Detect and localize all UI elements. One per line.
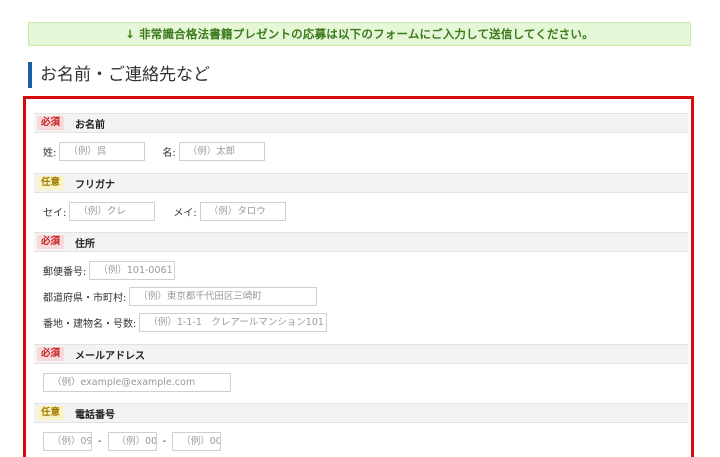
name-fields: 姓: （例）呉 名: （例）太郎 [34, 142, 688, 161]
optional-badge: 任意 [37, 406, 65, 420]
sei-kana-label: セイ: [43, 208, 67, 219]
phone-fields: （例）090 - （例）000 - （例）000 [34, 432, 688, 451]
email-field: （例）example@example.com [34, 373, 688, 392]
address-label: 住所 [75, 238, 96, 250]
required-badge: 必須 [37, 347, 65, 361]
mei-kana-input[interactable]: （例）タロウ [199, 202, 286, 221]
contact-form: 必須 お名前 姓: （例）呉 名: （例）太郎 任意 フリガナ セイ: （例）ク… [23, 96, 694, 457]
city-field: 都道府県・市町村: （例）東京都千代田区三崎町 [34, 287, 688, 306]
name-row-header: 必須 お名前 [34, 113, 688, 133]
street-field: 番地・建物名・号数: （例）1-1-1 クレアールマンション101 [34, 313, 688, 332]
required-badge: 必須 [37, 235, 65, 249]
email-label: メールアドレス [75, 350, 146, 362]
city-label: 都道府県・市町村: [43, 293, 127, 304]
zip-input[interactable]: （例）101-0061 [89, 261, 176, 280]
phone-label: 電話番号 [75, 409, 116, 421]
email-row-header: 必須 メールアドレス [34, 344, 688, 364]
phone-row-header: 任意 電話番号 [34, 403, 688, 423]
phone-part2-input[interactable]: （例）000 [107, 432, 157, 451]
street-input[interactable]: （例）1-1-1 クレアールマンション101 [139, 313, 328, 332]
street-label: 番地・建物名・号数: [43, 319, 137, 330]
sei-kana-input[interactable]: （例）クレ [69, 202, 156, 221]
optional-badge: 任意 [37, 176, 65, 190]
notice-text: 非常識合格法書籍プレゼントの応募は以下のフォームにご入力して送信してください。 [139, 27, 594, 41]
name-label: お名前 [75, 119, 106, 131]
sei-input[interactable]: （例）呉 [59, 142, 146, 161]
kana-row-header: 任意 フリガナ [34, 173, 688, 193]
mei-label: 名: [162, 148, 176, 159]
phone-separator: - [98, 436, 102, 447]
required-badge: 必須 [37, 116, 65, 130]
arrow-down-icon: ↓ [125, 27, 136, 41]
phone-part3-input[interactable]: （例）000 [172, 432, 222, 451]
kana-fields: セイ: （例）クレ メイ: （例）タロウ [34, 202, 688, 221]
city-input[interactable]: （例）東京都千代田区三崎町 [129, 287, 318, 306]
email-input[interactable]: （例）example@example.com [43, 373, 231, 392]
sei-label: 姓: [43, 148, 57, 159]
kana-label: フリガナ [75, 179, 116, 191]
phone-part1-input[interactable]: （例）090 [43, 432, 92, 451]
mei-kana-label: メイ: [173, 208, 197, 219]
form-notice-banner: ↓ 非常識合格法書籍プレゼントの応募は以下のフォームにご入力して送信してください… [28, 22, 691, 46]
phone-separator: - [162, 436, 167, 447]
mei-input[interactable]: （例）太郎 [178, 142, 265, 161]
section-title: お名前・ご連絡先など [28, 62, 210, 88]
address-row-header: 必須 住所 [34, 232, 688, 252]
zip-field: 郵便番号: （例）101-0061 [34, 261, 688, 280]
zip-label: 郵便番号: [43, 267, 87, 278]
